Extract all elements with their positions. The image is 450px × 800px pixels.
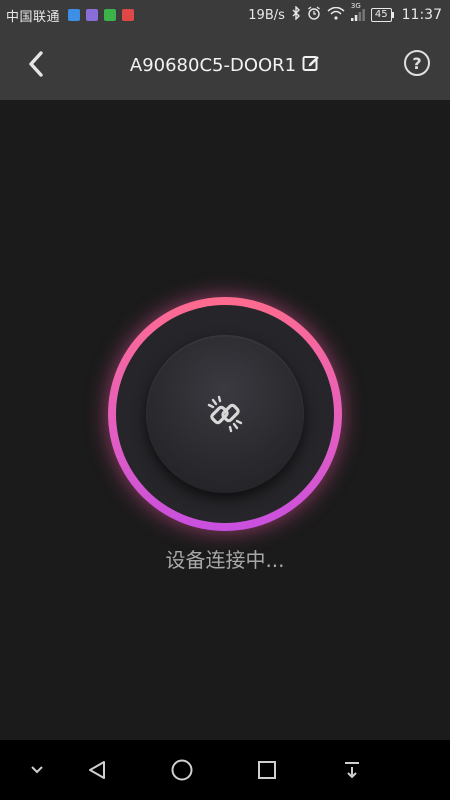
device-title: A90680C5-DOOR1 xyxy=(129,54,297,76)
nav-back-button[interactable] xyxy=(82,755,112,785)
home-circle-icon xyxy=(171,759,193,781)
alarm-icon xyxy=(307,6,321,24)
battery-indicator: 45 xyxy=(370,8,394,22)
connecting-status-text: 设备连接中... xyxy=(165,548,285,572)
connection-ring xyxy=(108,297,342,531)
system-nav-bar xyxy=(0,740,450,800)
broken-link-icon xyxy=(207,395,243,433)
carrier-name: 中国联通 xyxy=(6,9,61,25)
help-button[interactable]: ? xyxy=(404,50,430,76)
nav-recents-button[interactable] xyxy=(252,755,282,785)
home-app-icon xyxy=(122,9,135,21)
ring-inner-track xyxy=(116,305,334,523)
net-speed: 19B/s xyxy=(248,7,285,23)
bluetooth-icon xyxy=(291,5,301,24)
notification-icons xyxy=(68,9,135,21)
wechat-icon xyxy=(104,9,117,21)
nav-home-button[interactable] xyxy=(167,755,197,785)
signal-icon: 3G xyxy=(350,2,365,21)
connect-knob-button[interactable] xyxy=(146,335,304,493)
app-screen: 中国联通 19B/s 3G 45 11:37 A90680C5-DOOR1 ? … xyxy=(0,0,450,800)
message-app-icon xyxy=(68,9,81,21)
status-bar: 中国联通 19B/s 3G 45 11:37 xyxy=(0,0,450,30)
pull-down-button[interactable] xyxy=(337,755,367,785)
edit-icon[interactable] xyxy=(302,54,320,77)
clock: 11:37 xyxy=(401,7,442,23)
collapse-icon xyxy=(31,766,43,774)
status-right: 19B/s 3G 45 11:37 xyxy=(248,2,442,24)
gallery-app-icon xyxy=(86,9,99,21)
back-triangle-icon xyxy=(89,761,105,779)
network-type: 3G xyxy=(350,2,361,10)
pull-down-icon xyxy=(345,762,359,779)
wifi-icon xyxy=(327,6,345,24)
chevron-left-icon xyxy=(29,51,43,77)
collapse-button[interactable] xyxy=(22,755,52,785)
app-header: A90680C5-DOOR1 ? xyxy=(0,30,450,100)
recents-square-icon xyxy=(258,761,276,779)
device-title-group[interactable]: A90680C5-DOOR1 xyxy=(130,54,320,77)
back-button[interactable] xyxy=(18,46,54,82)
main-content: 设备连接中... xyxy=(0,100,450,740)
